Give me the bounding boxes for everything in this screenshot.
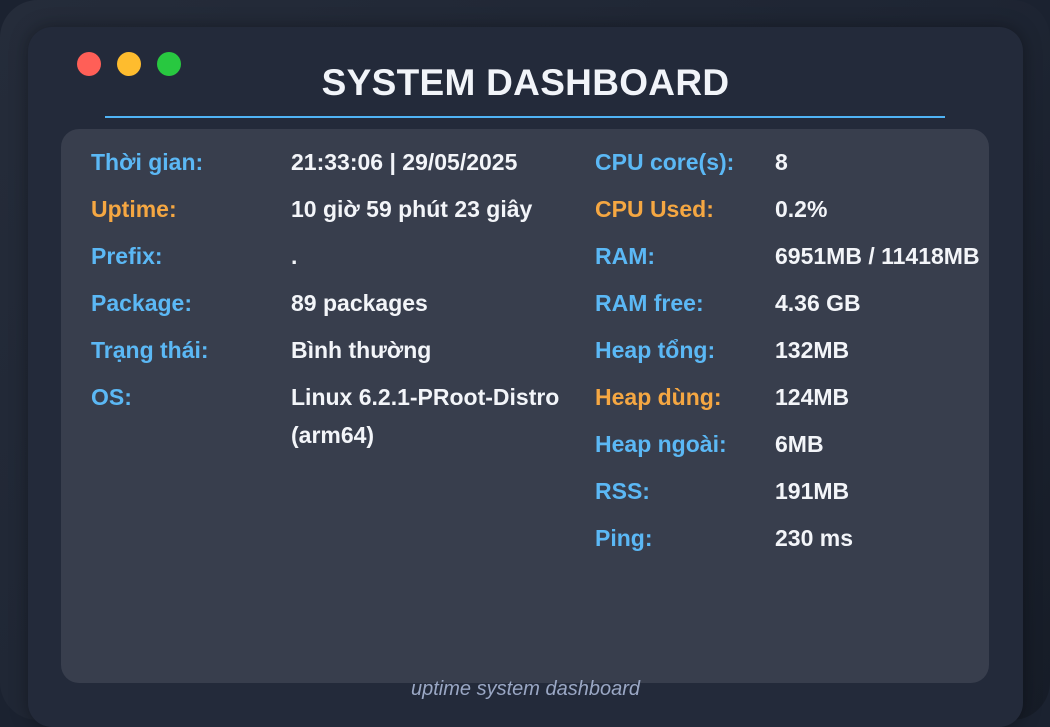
stat-label: Thời gian: [91,149,204,175]
stat-label: Package: [91,290,193,316]
stat-value: 6951MB / 11418MB [775,243,980,269]
page-title: SYSTEM DASHBOARD [321,62,730,103]
left-stats-column: Thời gian: 21:33:06 | 29/05/2025 Uptime:… [91,143,571,463]
stat-row-time: Thời gian: 21:33:06 | 29/05/2025 [91,143,571,181]
stat-value: 89 packages [291,290,428,316]
stat-row-status: Trạng thái: Bình thường [91,331,571,369]
stat-row-heap-external: Heap ngoài: 6MB [595,425,995,463]
stat-value: Linux 6.2.1-PRoot-Distro (arm64) [291,384,560,448]
stat-row-prefix: Prefix: . [91,237,571,275]
stat-value: 21:33:06 | 29/05/2025 [291,149,518,175]
stat-label: Heap dùng: [595,384,722,410]
stat-row-ram: RAM: 6951MB / 11418MB [595,237,995,275]
stat-label: Heap ngoài: [595,431,727,457]
stat-label: OS: [91,384,132,410]
stat-label: Trạng thái: [91,337,209,363]
stat-label: Heap tổng: [595,337,716,363]
stat-label: Ping: [595,525,653,551]
title-divider [105,116,945,118]
stat-label: Prefix: [91,243,163,269]
stat-value: 191MB [775,478,850,504]
stat-row-heap-total: Heap tổng: 132MB [595,331,995,369]
stat-value: 124MB [775,384,850,410]
stat-row-cpu-used: CPU Used: 0.2% [595,190,995,228]
stat-label: RAM free: [595,290,704,316]
stat-label: Uptime: [91,196,177,222]
stat-value: 8 [775,149,788,175]
dashboard-frame: SYSTEM DASHBOARD Thời gian: 21:33:06 | 2… [0,0,1050,727]
stat-value: 230 ms [775,525,854,551]
stat-value: 10 giờ 59 phút 23 giây [291,196,533,222]
stats-panel: Thời gian: 21:33:06 | 29/05/2025 Uptime:… [61,129,989,683]
right-stats-column: CPU core(s): 8 CPU Used: 0.2% RAM: 6951M… [595,143,995,566]
stat-label: RSS: [595,478,650,504]
stat-value: 4.36 GB [775,290,861,316]
stat-row-uptime: Uptime: 10 giờ 59 phút 23 giây [91,190,571,228]
stat-label: RAM: [595,243,656,269]
stat-row-package: Package: 89 packages [91,284,571,322]
stat-label: CPU core(s): [595,149,735,175]
stat-value: 0.2% [775,196,828,222]
stat-row-heap-used: Heap dùng: 124MB [595,378,995,416]
stat-value: 6MB [775,431,824,457]
stat-value: . [291,243,298,269]
stat-value: 132MB [775,337,850,363]
stat-row-ping: Ping: 230 ms [595,519,995,557]
dashboard-window: SYSTEM DASHBOARD Thời gian: 21:33:06 | 2… [28,27,1023,727]
stat-value: Bình thường [291,337,432,363]
footer-caption: uptime system dashboard [410,678,640,700]
stat-row-os: OS: Linux 6.2.1-PRoot-Distro (arm64) [91,378,571,454]
stat-row-ram-free: RAM free: 4.36 GB [595,284,995,322]
stat-row-cpu-cores: CPU core(s): 8 [595,143,995,181]
stat-label: CPU Used: [595,196,714,222]
stat-row-rss: RSS: 191MB [595,472,995,510]
